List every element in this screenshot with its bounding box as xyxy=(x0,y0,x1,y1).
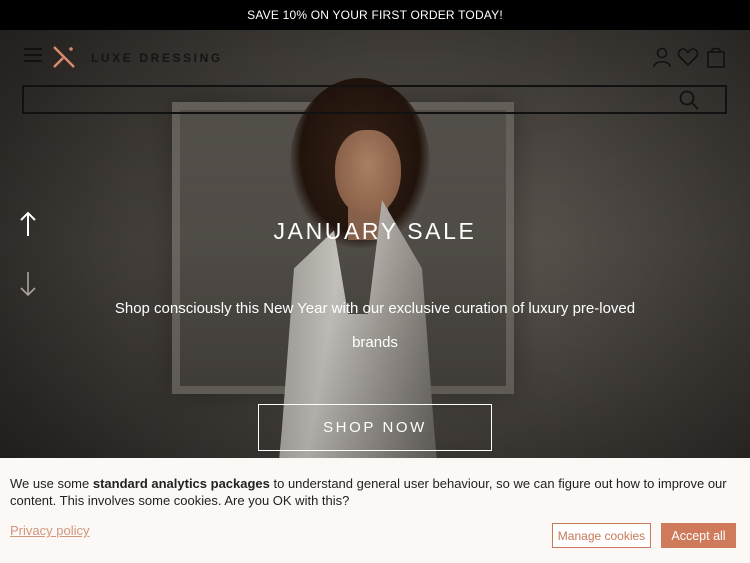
logo-icon[interactable] xyxy=(52,45,76,69)
site-header: LUXE DRESSING xyxy=(0,30,750,85)
search-icon[interactable] xyxy=(679,90,699,110)
privacy-policy-link[interactable]: Privacy policy xyxy=(10,523,89,538)
cookie-text-start: We use some xyxy=(10,476,93,491)
manage-cookies-button[interactable]: Manage cookies xyxy=(552,523,651,548)
announcement-text: SAVE 10% ON YOUR FIRST ORDER TODAY! xyxy=(247,8,503,22)
search-bar xyxy=(22,85,727,114)
accept-all-button[interactable]: Accept all xyxy=(661,523,736,548)
shop-now-button[interactable]: SHOP NOW xyxy=(258,404,492,451)
menu-icon[interactable] xyxy=(24,48,42,64)
heart-icon[interactable] xyxy=(677,46,699,68)
announcement-bar: SAVE 10% ON YOUR FIRST ORDER TODAY! xyxy=(0,0,750,30)
bag-icon[interactable] xyxy=(705,46,727,68)
cookie-message: We use some standard analytics packages … xyxy=(10,475,730,509)
account-icon[interactable] xyxy=(651,46,673,68)
cookie-banner: We use some standard analytics packages … xyxy=(0,458,750,563)
hero-title: JANUARY SALE xyxy=(273,218,477,244)
search-input[interactable] xyxy=(24,87,725,112)
hero-subtitle: Shop consciously this New Year with our … xyxy=(114,300,636,351)
cookie-text-bold: standard analytics packages xyxy=(92,476,270,491)
brand-name[interactable]: LUXE DRESSING xyxy=(91,51,223,65)
arrow-down-icon[interactable] xyxy=(18,270,38,298)
